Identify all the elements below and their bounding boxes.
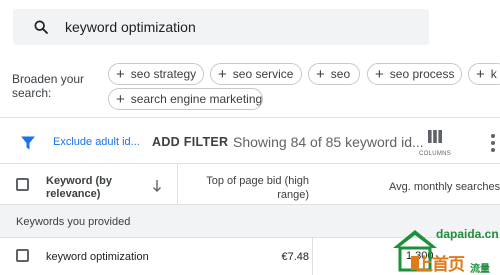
plus-icon: + [375,65,384,83]
plus-icon: + [116,90,125,108]
more-options-icon[interactable] [488,133,498,153]
chip-seo[interactable]: + seo [308,63,360,85]
showing-count-text: Showing 84 of 85 keyword id... [233,134,424,150]
exclude-adult-ideas-filter[interactable]: Exclude adult id... [53,136,140,148]
filter-icon[interactable] [20,135,36,151]
plus-icon: + [218,65,227,83]
column-header-top-of-page-bid[interactable]: Top of page bid (high range) [180,174,309,202]
sort-down-arrow-icon[interactable] [152,180,162,192]
chip-seo-strategy[interactable]: + seo strategy [108,63,204,85]
row-bid: €7.48 [281,251,309,263]
divider [0,117,500,118]
columns-icon[interactable] [428,130,442,143]
row-keyword: keyword optimization [46,251,149,263]
select-all-checkbox[interactable] [16,178,29,191]
chip-truncated[interactable]: + k [468,63,500,85]
section-title: Keywords you provided [16,216,131,228]
column-header-keyword[interactable]: Keyword (by relevance) [46,175,136,201]
add-filter-button[interactable]: ADD FILTER [152,135,228,149]
watermark-subtitle: 流量 [470,264,490,275]
row-checkbox[interactable] [16,249,29,262]
column-divider [177,164,178,205]
broaden-search-label: Broaden your search: [12,72,85,100]
chip-seo-process[interactable]: + seo process [367,63,462,85]
search-bar[interactable]: keyword optimization [13,9,429,45]
search-icon[interactable] [33,19,49,35]
search-input[interactable]: keyword optimization [65,19,196,35]
plus-icon: + [476,65,485,83]
chip-seo-service[interactable]: + seo service [210,63,302,85]
watermark-url: dapaida.cn [436,227,499,241]
columns-button-label[interactable]: COLUMNS [419,151,451,157]
watermark-title: 上首页 [416,255,465,274]
column-header-avg-monthly-searches[interactable]: Avg. monthly searches [389,181,500,193]
plus-icon: + [316,65,325,83]
column-divider [312,238,313,275]
chip-search-engine-marketing[interactable]: + search engine marketing [108,88,263,110]
plus-icon: + [116,65,125,83]
